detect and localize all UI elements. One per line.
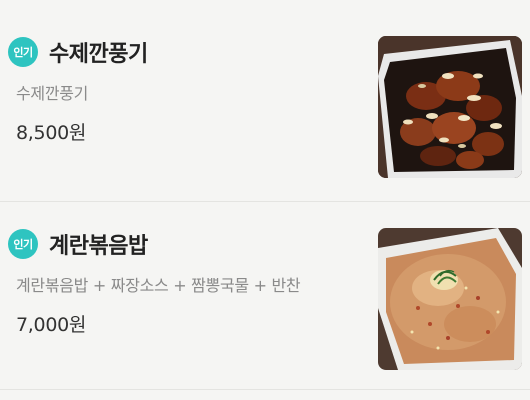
kkanpunggi-photo [378,36,522,178]
popular-badge: 인기 [8,229,38,259]
fried-rice-photo [378,228,522,370]
menu-item-name: 계란볶음밥 [49,234,148,259]
menu-list: 인기 수제깐풍기 수제깐풍기 8,500원 인기 계란볶음밥 계란볶음밥 + 짜… [0,0,530,400]
menu-item-title-row: 인기 수제깐풍기 [8,36,148,68]
menu-item-fried-rice[interactable]: 인기 계란볶음밥 계란볶음밥 + 짜장소스 + 짬뽕국물 + 반찬 7,000원 [0,202,530,390]
menu-item-title-row: 인기 계란볶음밥 [8,228,148,260]
menu-item-description: 수제깐풍기 [16,84,89,103]
menu-item-price: 7,000원 [16,314,87,336]
menu-item-name: 수제깐풍기 [49,42,148,67]
menu-item-price: 8,500원 [16,122,87,144]
popular-badge: 인기 [8,37,38,67]
menu-item-description: 계란볶음밥 + 짜장소스 + 짬뽕국물 + 반찬 [16,276,301,295]
menu-item-kkanpunggi[interactable]: 인기 수제깐풍기 수제깐풍기 8,500원 [0,10,530,202]
